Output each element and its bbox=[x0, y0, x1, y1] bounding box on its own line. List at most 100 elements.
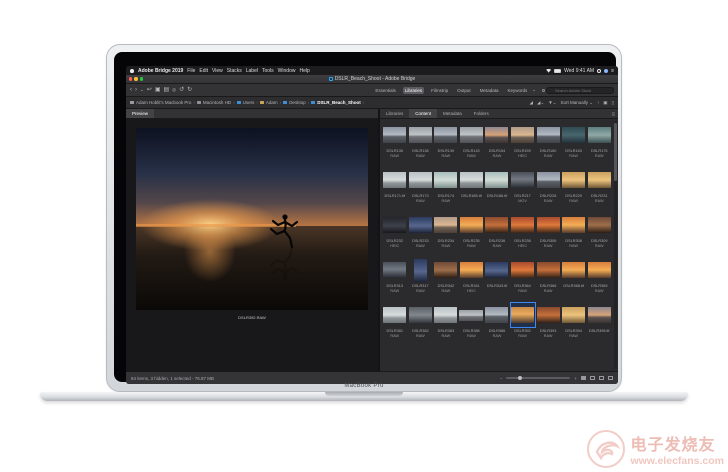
workspace-chevron-icon[interactable]: ⌄ bbox=[532, 87, 536, 93]
thumbnail-image[interactable] bbox=[383, 258, 407, 282]
thumbnail-dslr235[interactable]: DSLR235 RAW bbox=[459, 211, 485, 256]
thumbnail-image[interactable] bbox=[511, 213, 535, 237]
thumbnail-image[interactable] bbox=[434, 213, 458, 237]
forward-icon[interactable]: › bbox=[135, 87, 137, 93]
thumbnail-dslr234[interactable]: DSLR234 RAW bbox=[433, 211, 459, 256]
zoom-button[interactable] bbox=[139, 77, 144, 81]
thumbnail-image[interactable] bbox=[383, 168, 407, 192]
thumbnail-image[interactable] bbox=[536, 303, 560, 327]
thumbnail-image[interactable] bbox=[509, 301, 537, 329]
view-grid-icon[interactable] bbox=[581, 375, 586, 381]
thumbnail-image[interactable] bbox=[434, 258, 458, 282]
thumbnail-image[interactable] bbox=[511, 123, 535, 147]
thumbnail-dslr138[interactable]: DSLR138 RAW bbox=[408, 121, 434, 166]
chevron-down-icon[interactable]: ⌄ bbox=[140, 87, 144, 93]
thumbnail-image[interactable] bbox=[485, 303, 509, 327]
thumbnail-dslr174[interactable]: DSLR174 RAW bbox=[433, 166, 459, 211]
thumbnail-image[interactable] bbox=[536, 213, 560, 237]
thumbnail-dslr186.tif[interactable]: DSLR186.tif bbox=[484, 166, 510, 211]
thumbnail-image[interactable] bbox=[485, 168, 509, 192]
scrollbar[interactable] bbox=[614, 121, 617, 369]
thumbnail-dslr236[interactable]: DSLR236 RAW bbox=[484, 211, 510, 256]
thumbnail-dslr228[interactable]: DSLR228 RAW bbox=[535, 166, 561, 211]
slider-knob[interactable] bbox=[518, 375, 523, 380]
thumbnail-dslr395.tif[interactable]: DSLR395.tif bbox=[586, 301, 612, 346]
thumbnail-image[interactable] bbox=[459, 303, 484, 327]
thumbnail-dslr160[interactable]: DSLR160 RAW bbox=[535, 121, 561, 166]
thumbnail-dslr343.tif[interactable]: DSLR343.tif bbox=[484, 256, 510, 301]
menu-item-tools[interactable]: Tools bbox=[262, 68, 274, 74]
wifi-icon[interactable] bbox=[546, 68, 552, 73]
rotate-left-icon[interactable]: ↺ bbox=[179, 87, 184, 93]
thumbnail-image[interactable] bbox=[383, 123, 407, 147]
menu-item-help[interactable]: Help bbox=[299, 68, 309, 74]
thumbnail-image[interactable] bbox=[562, 258, 586, 282]
thumbnail-dslr159[interactable]: DSLR159 HEIC bbox=[510, 121, 536, 166]
thumbnail-image[interactable] bbox=[434, 303, 458, 327]
menu-item-view[interactable]: View bbox=[212, 68, 223, 74]
filter-label-icon[interactable]: ◢⌄ bbox=[537, 100, 544, 106]
thumbnail-image[interactable] bbox=[562, 303, 586, 327]
thumbnail-dslr233[interactable]: DSLR233 RAW bbox=[408, 211, 434, 256]
workspace-tab-keywords[interactable]: Keywords bbox=[505, 87, 529, 94]
view-filmstrip-icon[interactable] bbox=[608, 375, 613, 381]
thumbnail-dslr185.tif[interactable]: DSLR185.tif bbox=[459, 166, 485, 211]
thumbnail-image[interactable] bbox=[408, 303, 432, 327]
minimize-button[interactable] bbox=[134, 77, 138, 81]
thumbnail-dslr381[interactable]: DSLR381 RAW bbox=[382, 301, 408, 346]
tab-libraries[interactable]: Libraries bbox=[380, 109, 409, 118]
zoom-in-icon[interactable]: + bbox=[574, 376, 577, 381]
breadcrumb-item[interactable]: DSLR_Beach_Shoot bbox=[317, 100, 361, 105]
view-list-icon[interactable] bbox=[599, 375, 604, 381]
zoom-out-icon[interactable]: − bbox=[500, 376, 503, 381]
thumbnail-image[interactable] bbox=[536, 168, 560, 192]
thumbnail-dslr154[interactable]: DSLR154 RAW bbox=[484, 121, 510, 166]
thumbnail-dslr369[interactable]: DSLR369 RAW bbox=[586, 256, 612, 301]
thumbnail-dslr364[interactable]: DSLR364 RAW bbox=[510, 256, 536, 301]
rotate-right-icon[interactable]: ↻ bbox=[187, 87, 192, 93]
thumbnail-image[interactable] bbox=[408, 258, 432, 282]
breadcrumb-item[interactable]: Macintosh HD bbox=[203, 100, 231, 105]
thumbnail-dslr393[interactable]: DSLR393 RAW bbox=[535, 301, 561, 346]
thumbnail-image[interactable] bbox=[562, 123, 586, 147]
thumbnail-image[interactable] bbox=[408, 213, 432, 237]
thumbnail-dslr308[interactable]: DSLR308 RAW bbox=[561, 211, 587, 256]
thumbnail-image[interactable] bbox=[587, 123, 611, 147]
thumbnail-dslr171.tif[interactable]: DSLR171.tif bbox=[382, 166, 408, 211]
thumbnail-image[interactable] bbox=[536, 123, 560, 147]
breadcrumb-item[interactable]: Desktop bbox=[289, 100, 306, 105]
back-icon[interactable]: ‹ bbox=[130, 87, 132, 93]
thumbnail-dslr231[interactable]: DSLR231 RAW bbox=[586, 166, 612, 211]
tab-content[interactable]: Content bbox=[409, 109, 438, 118]
sort-direction-icon[interactable]: ↑ bbox=[597, 100, 599, 105]
thumbnail-image[interactable] bbox=[383, 303, 407, 327]
thumbnail-dslr382[interactable]: DSLR382 RAW bbox=[408, 301, 434, 346]
thumbnail-image[interactable] bbox=[562, 168, 586, 192]
new-folder-icon[interactable]: ▣ bbox=[603, 100, 607, 106]
view-details-icon[interactable] bbox=[590, 375, 595, 381]
breadcrumb-item[interactable]: Adam bbox=[266, 100, 278, 105]
thumbnail-image[interactable] bbox=[536, 258, 560, 282]
menu-app-name[interactable]: Adobe Bridge 2019 bbox=[138, 68, 183, 74]
thumbnail-dslr217[interactable]: DSLR217 MOV bbox=[510, 166, 536, 211]
panel-menu-icon[interactable]: ≡ bbox=[611, 112, 618, 118]
thumbnail-dslr309[interactable]: DSLR309 RAW bbox=[586, 211, 612, 256]
apple-menu-icon[interactable] bbox=[130, 68, 134, 73]
spotlight-icon[interactable] bbox=[597, 68, 602, 73]
thumbnail-dslr232[interactable]: DSLR232 HEIC bbox=[382, 211, 408, 256]
thumbnail-dslr175[interactable]: DSLR175 RAW bbox=[586, 121, 612, 166]
close-button[interactable] bbox=[129, 77, 133, 81]
thumbnail-image[interactable] bbox=[511, 258, 535, 282]
thumbnail-dslr342[interactable]: DSLR342 RAW bbox=[433, 256, 459, 301]
menu-item-window[interactable]: Window bbox=[278, 68, 296, 74]
thumbnail-image[interactable] bbox=[459, 123, 483, 147]
thumbnail-image[interactable] bbox=[562, 213, 586, 237]
thumbnail-image[interactable] bbox=[434, 123, 458, 147]
thumbnail-image[interactable] bbox=[459, 168, 483, 192]
thumbnail-image[interactable] bbox=[485, 258, 509, 282]
thumbnail-dslr394[interactable]: DSLR394 RAW bbox=[561, 301, 587, 346]
menu-item-file[interactable]: File bbox=[187, 68, 195, 74]
thumbnail-dslr366[interactable]: DSLR366 RAW bbox=[535, 256, 561, 301]
thumbnail-size-slider[interactable] bbox=[506, 375, 571, 380]
workspace-tab-output[interactable]: Output bbox=[455, 87, 473, 94]
